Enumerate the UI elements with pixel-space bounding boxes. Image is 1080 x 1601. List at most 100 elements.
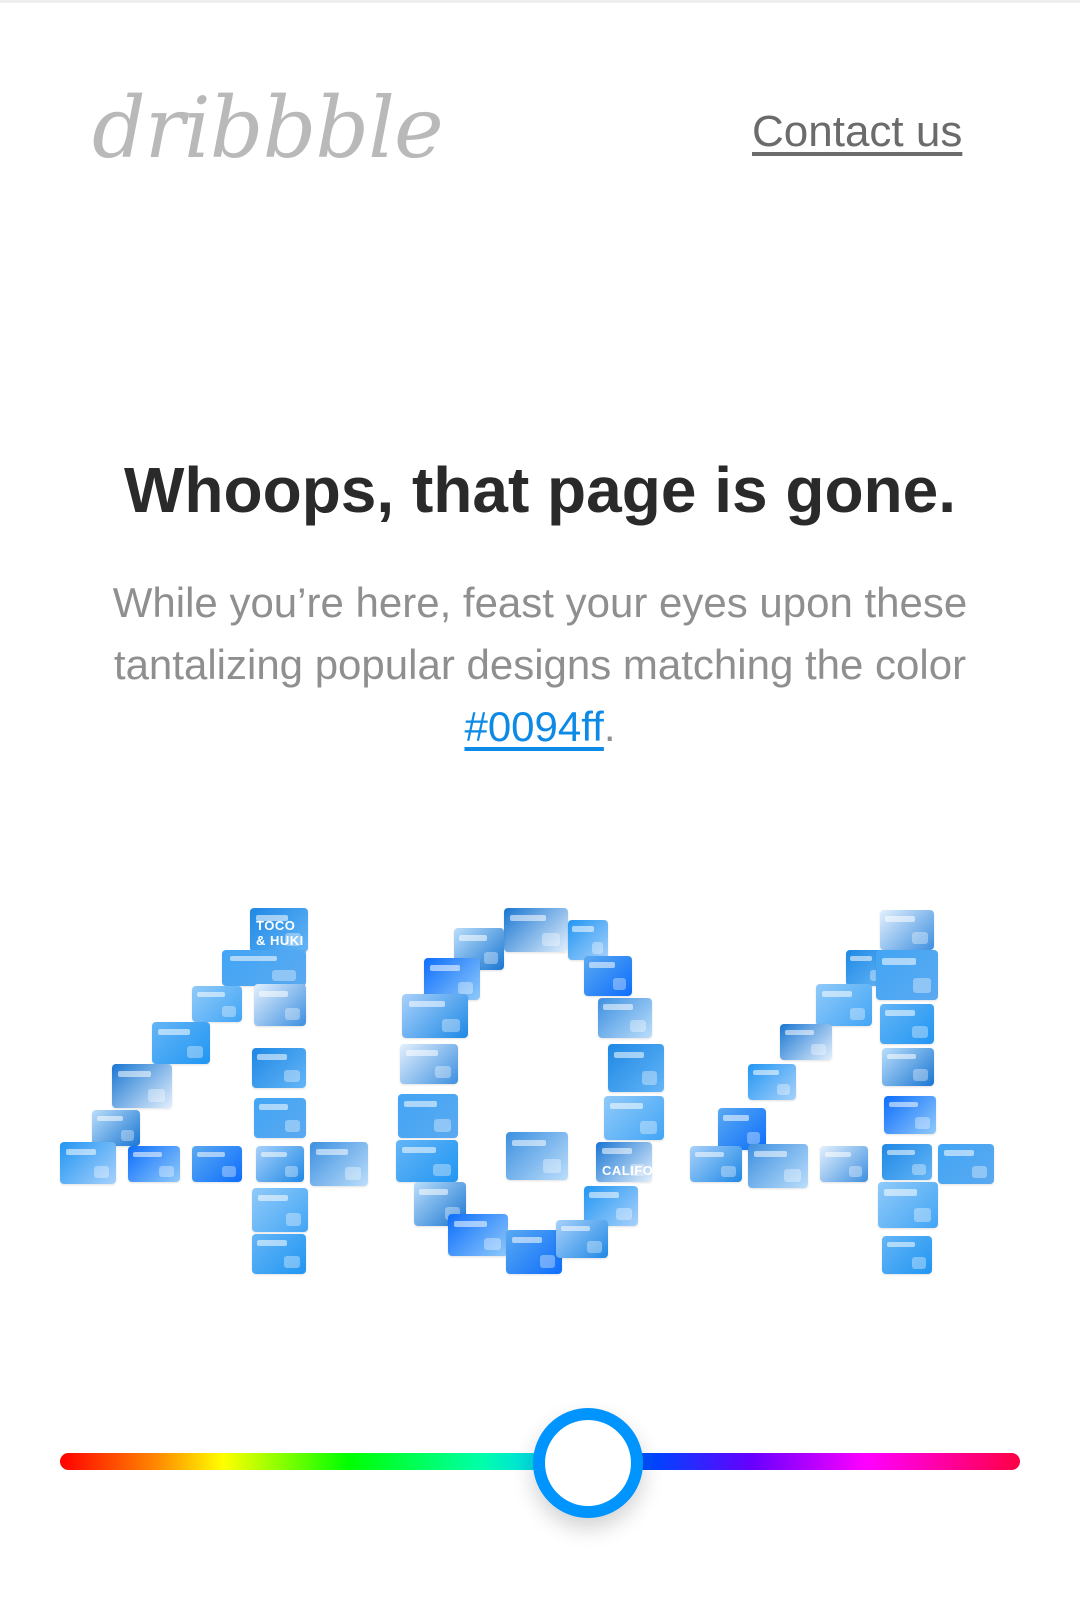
thumbnail-detail	[849, 1007, 866, 1021]
thumbnail-detail	[776, 1084, 791, 1095]
shot-thumbnail[interactable]	[938, 1144, 994, 1184]
thumbnail-detail	[603, 1004, 634, 1010]
thumbnail-detail	[887, 1054, 916, 1060]
thumbnail-detail	[641, 1070, 658, 1086]
shot-thumbnail[interactable]	[128, 1146, 180, 1182]
color-slider[interactable]	[60, 1400, 1020, 1520]
shot-thumbnail[interactable]	[598, 998, 652, 1038]
shot-thumbnail[interactable]	[192, 986, 242, 1022]
shot-thumbnail[interactable]	[584, 956, 632, 996]
shot-thumbnail[interactable]	[882, 1236, 932, 1274]
thumbnail-detail	[885, 1010, 916, 1016]
shot-thumbnail[interactable]	[254, 984, 306, 1026]
thumbnail-detail	[157, 1028, 190, 1035]
shot-thumbnail[interactable]	[402, 994, 468, 1038]
shot-thumbnail[interactable]	[748, 1144, 808, 1188]
page-description: While you’re here, feast your eyes upon …	[60, 572, 1020, 758]
color-hex-link[interactable]: #0094ff	[464, 703, 603, 750]
shot-thumbnail[interactable]	[504, 908, 568, 952]
thumbnail-detail	[912, 1164, 926, 1175]
shot-thumbnail[interactable]	[252, 1188, 308, 1232]
shot-thumbnail[interactable]	[506, 1132, 568, 1180]
thumbnail-detail	[601, 1148, 633, 1154]
shot-thumbnail[interactable]	[448, 1214, 508, 1256]
thumbnail-detail	[592, 942, 604, 955]
thumbnail-detail	[148, 1088, 165, 1102]
thumbnail-detail	[887, 1242, 915, 1248]
shot-thumbnail[interactable]	[254, 1098, 306, 1138]
shot-thumbnail[interactable]	[882, 1048, 934, 1086]
top-divider	[0, 0, 1080, 3]
shot-thumbnail[interactable]	[820, 1146, 868, 1182]
thumbnail-detail	[824, 1151, 852, 1157]
shot-thumbnail[interactable]	[748, 1064, 796, 1100]
shot-thumbnail[interactable]	[880, 1004, 934, 1044]
shot-thumbnail[interactable]	[398, 1094, 458, 1138]
shot-thumbnail[interactable]	[192, 1146, 242, 1182]
shot-thumbnail[interactable]	[690, 1146, 742, 1182]
shot-thumbnail[interactable]: CALIFORNIA	[596, 1142, 652, 1182]
shot-thumbnail[interactable]	[506, 1230, 562, 1274]
shot-thumbnail[interactable]	[556, 1220, 608, 1258]
shot-thumbnail[interactable]	[112, 1064, 172, 1108]
thumbnail-detail	[257, 1054, 288, 1060]
page-title: Whoops, that page is gone.	[124, 454, 956, 526]
shot-thumbnail[interactable]	[92, 1110, 140, 1146]
thumbnail-detail	[222, 1166, 236, 1177]
thumbnail-detail	[915, 1117, 930, 1129]
shot-thumbnail[interactable]	[310, 1142, 368, 1186]
thumbnail-detail	[913, 1069, 928, 1081]
thumbnail-detail	[821, 990, 853, 997]
shot-thumbnail[interactable]	[252, 1234, 306, 1274]
thumbnail-detail	[404, 1101, 437, 1108]
thumbnail-detail	[186, 1045, 204, 1059]
thumbnail-detail	[884, 1189, 917, 1196]
thumbnail-detail	[434, 1066, 452, 1079]
thumbnail-detail	[511, 1237, 543, 1244]
shot-thumbnail[interactable]	[780, 1024, 832, 1060]
shot-thumbnail[interactable]: TOCO & HUKI	[250, 908, 308, 952]
thumbnail-detail	[434, 1118, 451, 1132]
thumbnail-detail	[610, 1103, 643, 1110]
thumbnail-detail	[912, 1257, 926, 1269]
shot-thumbnail[interactable]	[604, 1096, 664, 1140]
thumbnail-detail	[284, 1166, 299, 1177]
shot-thumbnail[interactable]	[882, 1144, 932, 1180]
shot-thumbnail[interactable]	[608, 1044, 664, 1092]
shot-thumbnail[interactable]	[222, 950, 306, 986]
thumbnail-detail	[457, 981, 474, 995]
shot-thumbnail[interactable]	[568, 920, 608, 960]
shot-thumbnail[interactable]	[60, 1142, 116, 1184]
contact-us-link[interactable]: Contact us	[752, 104, 962, 160]
thumbnail-detail	[433, 1163, 451, 1177]
thumbnail-detail	[260, 1151, 288, 1157]
shot-thumbnail[interactable]	[256, 1146, 304, 1182]
thumbnail-detail	[405, 1050, 438, 1056]
slider-handle[interactable]	[533, 1408, 643, 1518]
thumbnail-detail	[612, 978, 627, 991]
thumbnail-detail	[850, 955, 872, 961]
shot-thumbnail[interactable]	[152, 1022, 210, 1064]
thumbnail-detail	[943, 1150, 975, 1156]
thumbnail-detail	[133, 1151, 162, 1157]
thumbnail-detail	[543, 1158, 561, 1174]
shot-thumbnail[interactable]	[396, 1140, 458, 1182]
thumbnail-detail	[284, 1256, 300, 1269]
thumbnail-detail	[96, 1115, 124, 1121]
shot-thumbnail[interactable]	[252, 1048, 306, 1088]
dribbble-logo[interactable]: dribbble	[92, 78, 444, 178]
shot-thumbnail[interactable]	[880, 910, 934, 950]
thumbnail-detail	[230, 955, 277, 961]
thumbnail-detail	[539, 1254, 556, 1268]
thumbnail-detail	[752, 1069, 780, 1075]
shot-thumbnail[interactable]	[816, 984, 872, 1026]
shot-thumbnail[interactable]	[878, 1182, 938, 1228]
shot-thumbnail[interactable]	[884, 1096, 936, 1134]
thumbnail-detail	[630, 1020, 646, 1033]
thumbnail-detail	[429, 964, 461, 971]
thumbnail-detail	[589, 1192, 620, 1198]
shot-thumbnail[interactable]	[400, 1044, 458, 1084]
thumbnail-detail	[454, 1220, 487, 1227]
shot-thumbnail[interactable]	[876, 950, 938, 1000]
thumbnail-detail	[885, 916, 916, 922]
